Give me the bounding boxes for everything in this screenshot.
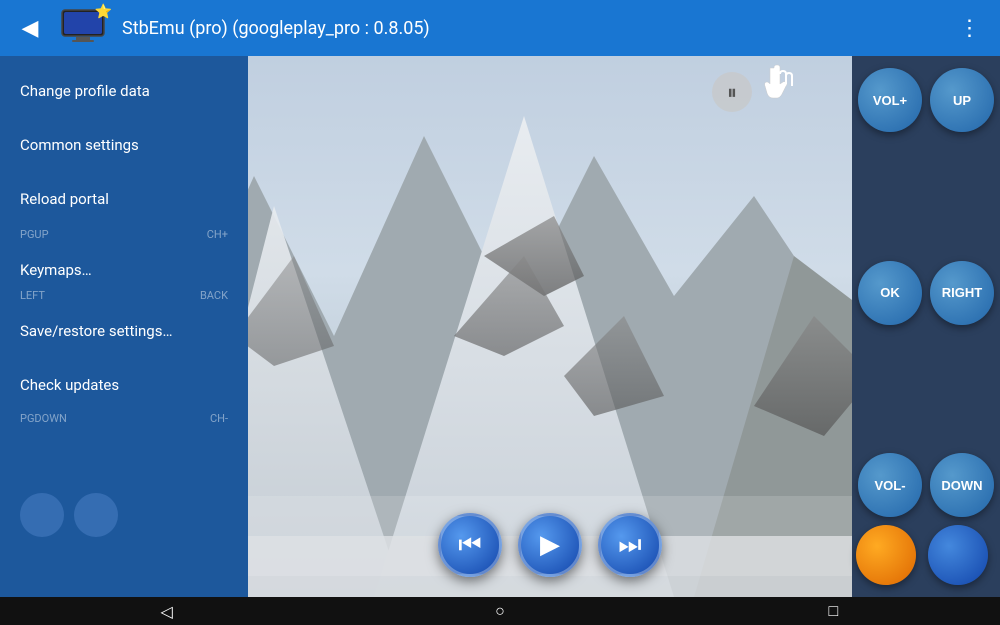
nav-home-button[interactable]: ○	[470, 601, 530, 621]
sidebar-item-reload-portal[interactable]: Reload portal	[0, 172, 248, 226]
more-menu-button[interactable]: ⋮	[952, 16, 988, 41]
dpad-row-1: VOL+ UP	[858, 68, 994, 132]
nav-back-button[interactable]: ◁	[137, 602, 197, 621]
right-panel: VOL+ UP OK RIGHT VOL- DOWN	[852, 56, 1000, 597]
app-title: StbEmu (pro) (googleplay_pro : 0.8.05)	[122, 18, 940, 39]
right-button[interactable]: RIGHT	[930, 261, 994, 325]
video-area: ⏮ ▶ ⏭	[248, 56, 852, 597]
keymaps-hint-row: PGUP CH+	[0, 226, 248, 243]
fast-forward-button[interactable]: ⏭	[598, 513, 662, 577]
fast-forward-icon: ⏭	[618, 530, 641, 561]
media-controls: ⏮ ▶ ⏭	[248, 513, 852, 577]
nav-recent-button[interactable]: □	[803, 601, 863, 621]
top-bar: ◀ ⭐ StbEmu (pro) (googleplay_pro : 0.8.0…	[0, 0, 1000, 56]
play-icon: ▶	[540, 530, 560, 560]
back-button[interactable]: ◀	[12, 16, 48, 41]
pause-button[interactable]	[712, 72, 752, 112]
vol-plus-button[interactable]: VOL+	[858, 68, 922, 132]
dpad-row-3: VOL- DOWN	[858, 453, 994, 517]
sidebar-item-keymaps[interactable]: Keymaps…	[0, 243, 248, 297]
ghost-btn-2[interactable]	[74, 493, 118, 537]
sidebar-item-common-settings[interactable]: Common settings	[0, 118, 248, 172]
orange-button[interactable]	[856, 525, 916, 585]
sidebar-item-change-profile[interactable]: Change profile data	[0, 64, 248, 118]
ok-button[interactable]: OK	[858, 261, 922, 325]
ghost-controls-row1	[20, 493, 118, 537]
app-icon: ⭐	[60, 8, 110, 48]
rewind-icon: ⏮	[458, 530, 481, 561]
play-button[interactable]: ▶	[518, 513, 582, 577]
bottom-action-buttons	[852, 525, 992, 585]
sidebar-item-save-restore[interactable]: Save/restore settings…	[0, 304, 248, 358]
pgdown-hint-row: PGDOWN CH-	[0, 410, 248, 427]
chminus-hint: CH-	[210, 412, 228, 425]
dpad-row-2: OK RIGHT	[858, 261, 994, 325]
chplus-hint: CH+	[207, 228, 228, 241]
pgup-hint: PGUP	[20, 228, 49, 241]
rewind-button[interactable]: ⏮	[438, 513, 502, 577]
main-area: Change profile data Common settings Relo…	[0, 56, 1000, 597]
down-button[interactable]: DOWN	[930, 453, 994, 517]
blue-button[interactable]	[928, 525, 988, 585]
star-icon: ⭐	[95, 4, 112, 20]
up-button[interactable]: UP	[930, 68, 994, 132]
sidebar-item-check-updates[interactable]: Check updates	[0, 358, 248, 412]
ghost-btn-1[interactable]	[20, 493, 64, 537]
sidebar: Change profile data Common settings Relo…	[0, 56, 248, 597]
bottom-nav-bar: ◁ ○ □	[0, 597, 1000, 625]
vol-minus-button[interactable]: VOL-	[858, 453, 922, 517]
pgdown-hint: PGDOWN	[20, 412, 67, 425]
